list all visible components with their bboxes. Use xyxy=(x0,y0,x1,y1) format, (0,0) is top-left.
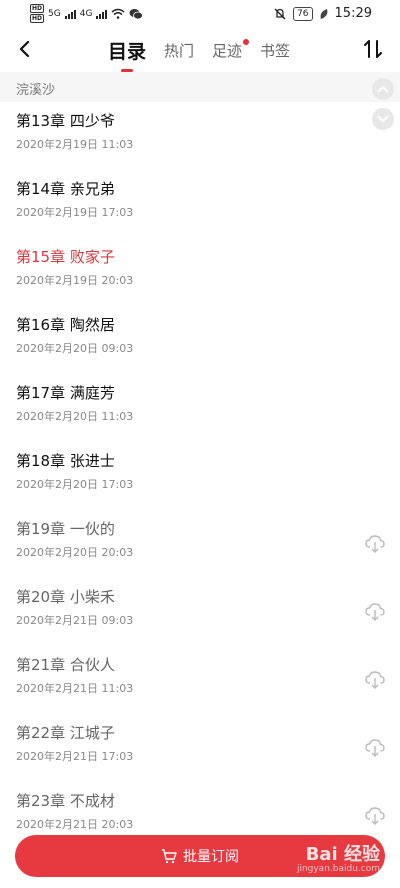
scroll-up-button[interactable] xyxy=(372,78,394,100)
hd-badge: HD xyxy=(30,14,45,23)
signal-icon xyxy=(64,9,76,19)
chapter-item-locked[interactable]: 第21章 合伙人 2020年2月21日 11:03 xyxy=(0,646,400,714)
chapter-item[interactable]: 第17章 满庭芳 2020年2月20日 11:03 xyxy=(0,374,400,442)
leaf-icon xyxy=(320,8,327,19)
chapter-title: 第18章 张进士 xyxy=(16,452,115,470)
hd-badge: HD xyxy=(30,4,45,13)
cloud-download-icon[interactable] xyxy=(364,534,386,554)
cloud-download-icon[interactable] xyxy=(364,738,386,758)
chapter-title: 第23章 不成材 xyxy=(16,792,115,810)
tab-bar: 目录 热门 足迹 书签 xyxy=(108,30,308,72)
volume-title: 浣溪沙 xyxy=(16,83,56,98)
tab-popular[interactable]: 热门 xyxy=(164,40,194,61)
back-arrow-icon[interactable] xyxy=(14,36,40,62)
batch-subscribe-label: 批量订阅 xyxy=(183,849,239,865)
tab-history-label: 足迹 xyxy=(212,41,243,60)
signal-icon xyxy=(96,9,108,19)
chapter-date: 2020年2月19日 11:03 xyxy=(16,138,134,151)
chapter-date: 2020年2月20日 17:03 xyxy=(16,478,134,491)
wifi-icon xyxy=(111,8,125,19)
tab-bookmarks[interactable]: 书签 xyxy=(260,40,290,61)
battery-icon: 76 xyxy=(293,6,313,21)
top-header: 目录 热门 足迹 书签 xyxy=(0,30,400,72)
watermark-url: jingyan.baidu.com xyxy=(296,864,380,874)
chapter-date: 2020年2月21日 09:03 xyxy=(16,614,134,627)
status-bar: HD HD 5G 4G 76 15:29 xyxy=(0,0,400,30)
chapter-title: 第19章 一伙的 xyxy=(16,520,115,538)
chapter-date: 2020年2月19日 20:03 xyxy=(16,274,134,287)
chapter-title: 第13章 四少爷 xyxy=(16,112,115,130)
chapter-title: 第14章 亲兄弟 xyxy=(16,180,115,198)
notification-dot xyxy=(243,38,250,45)
chapter-date: 2020年2月19日 17:03 xyxy=(16,206,134,219)
chapter-title: 第21章 合伙人 xyxy=(16,656,115,674)
cloud-download-icon[interactable] xyxy=(364,806,386,826)
chapter-title: 第15章 败家子 xyxy=(16,248,115,266)
chapter-title: 第22章 江城子 xyxy=(16,724,115,742)
sort-order-icon[interactable] xyxy=(362,37,384,61)
chapter-item-locked[interactable]: 第19章 一伙的 2020年2月20日 20:03 xyxy=(0,510,400,578)
chapter-item[interactable]: 第14章 亲兄弟 2020年2月19日 17:03 xyxy=(0,170,400,238)
chapter-list: 第13章 四少爷 2020年2月19日 11:03 第14章 亲兄弟 2020年… xyxy=(0,102,400,850)
chapter-date: 2020年2月21日 17:03 xyxy=(16,750,134,763)
chapter-title: 第17章 满庭芳 xyxy=(16,384,115,402)
mute-bell-icon xyxy=(274,8,286,19)
clock: 15:29 xyxy=(334,6,372,21)
chapter-date: 2020年2月20日 11:03 xyxy=(16,410,134,423)
chapter-title: 第20章 小柴禾 xyxy=(16,588,115,606)
chapter-date: 2020年2月20日 20:03 xyxy=(16,546,134,559)
chevron-up-icon xyxy=(377,85,389,93)
cloud-download-icon[interactable] xyxy=(364,670,386,690)
cloud-download-icon[interactable] xyxy=(364,602,386,622)
tab-catalog[interactable]: 目录 xyxy=(108,37,146,72)
network-4g: 4G xyxy=(79,8,93,19)
chapter-item-locked[interactable]: 第20章 小柴禾 2020年2月21日 09:03 xyxy=(0,578,400,646)
chapter-date: 2020年2月21日 11:03 xyxy=(16,682,134,695)
chapter-item[interactable]: 第13章 四少爷 2020年2月19日 11:03 xyxy=(0,102,400,170)
cart-icon xyxy=(162,848,177,863)
chapter-date: 2020年2月21日 20:03 xyxy=(16,818,134,831)
watermark-logo: Bai 经验 xyxy=(305,844,380,865)
chapter-item-locked[interactable]: 第22章 江城子 2020年2月21日 17:03 xyxy=(0,714,400,782)
chapter-item-current[interactable]: 第15章 败家子 2020年2月19日 20:03 xyxy=(0,238,400,306)
wechat-icon xyxy=(129,8,144,19)
status-right: 76 15:29 xyxy=(273,6,372,21)
signal-indicators: HD HD 5G 4G xyxy=(30,4,144,23)
chapter-item[interactable]: 第18章 张进士 2020年2月20日 17:03 xyxy=(0,442,400,510)
network-5g: 5G xyxy=(48,8,61,19)
chapter-item[interactable]: 第16章 陶然居 2020年2月20日 09:03 xyxy=(0,306,400,374)
chapter-title: 第16章 陶然居 xyxy=(16,316,115,334)
tab-history[interactable]: 足迹 xyxy=(212,38,250,61)
volume-header: 浣溪沙 xyxy=(0,72,400,102)
chapter-date: 2020年2月20日 09:03 xyxy=(16,342,134,355)
